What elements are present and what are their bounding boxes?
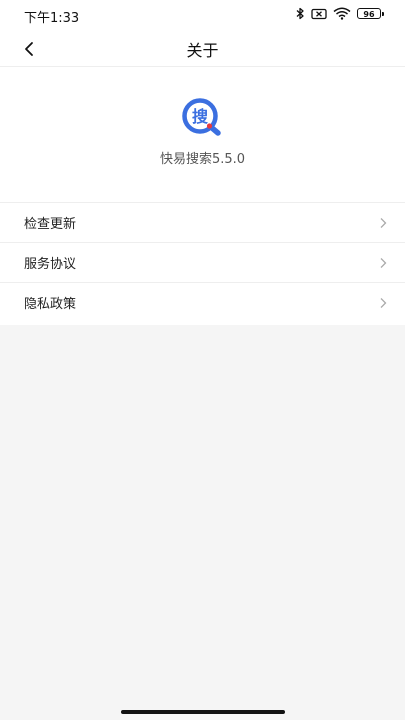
chevron-right-icon [380, 218, 387, 228]
title-divider [0, 66, 405, 67]
chevron-right-icon [380, 258, 387, 268]
status-time: 下午1:33 [24, 11, 80, 26]
chevron-right-icon [380, 298, 387, 308]
menu-item-label: 服务协议 [24, 257, 77, 272]
menu-item-label: 检查更新 [24, 217, 77, 232]
home-indicator[interactable] [121, 710, 285, 714]
page-title: 关于 [186, 41, 219, 60]
check-update-item[interactable]: 检查更新 [0, 202, 405, 242]
menu-list: 检查更新 服务协议 隐私政策 [0, 202, 405, 322]
no-sim-icon [311, 8, 327, 20]
wifi-icon [333, 7, 351, 20]
privacy-policy-item[interactable]: 隐私政策 [0, 282, 405, 322]
status-bar: 下午1:33 96 [0, 0, 405, 30]
app-logo: 搜 [179, 98, 229, 138]
menu-item-label: 隐私政策 [24, 297, 77, 312]
battery-icon: 96 [357, 8, 384, 19]
title-bar: 关于 [0, 30, 405, 66]
bluetooth-icon [295, 7, 305, 20]
service-agreement-item[interactable]: 服务协议 [0, 242, 405, 282]
status-icons: 96 [295, 7, 384, 20]
app-name-version: 快易搜索5.5.0 [159, 152, 246, 167]
app-logo-glyph: 搜 [192, 107, 209, 126]
